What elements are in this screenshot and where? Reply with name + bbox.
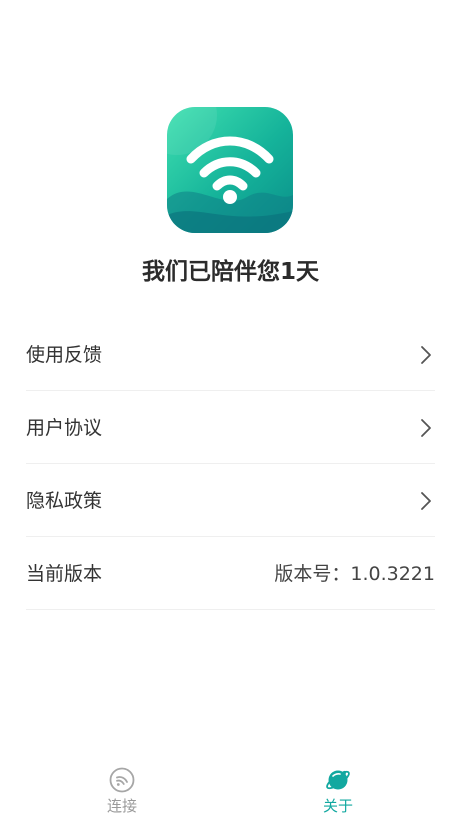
settings-menu: 使用反馈 用户协议 隐私政策 当前版本 版本号：1.0.3221 <box>26 318 435 610</box>
menu-item-label: 用户协议 <box>26 417 103 439</box>
wifi-circle-icon <box>109 767 135 793</box>
menu-item-label: 使用反馈 <box>26 344 103 366</box>
menu-item-privacy-policy[interactable]: 隐私政策 <box>26 464 435 537</box>
bottom-nav: 连接 关于 <box>0 757 461 821</box>
companion-days-title: 我们已陪伴您1天 <box>141 259 319 285</box>
chevron-right-icon <box>421 419 431 437</box>
tab-about[interactable]: 关于 <box>278 757 398 821</box>
app-logo <box>167 107 293 233</box>
wifi-app-icon <box>167 107 293 233</box>
menu-item-label: 隐私政策 <box>26 490 103 512</box>
tab-label: 关于 <box>322 797 353 815</box>
menu-item-user-agreement[interactable]: 用户协议 <box>26 391 435 464</box>
menu-item-feedback[interactable]: 使用反馈 <box>26 318 435 391</box>
menu-item-label: 当前版本 <box>26 563 103 585</box>
chevron-right-icon <box>421 346 431 364</box>
tab-label: 连接 <box>106 797 137 815</box>
planet-icon <box>326 770 350 790</box>
menu-item-current-version: 当前版本 版本号：1.0.3221 <box>26 537 435 610</box>
version-number: 版本号：1.0.3221 <box>274 563 435 585</box>
chevron-right-icon <box>421 492 431 510</box>
tab-connect[interactable]: 连接 <box>62 757 182 821</box>
